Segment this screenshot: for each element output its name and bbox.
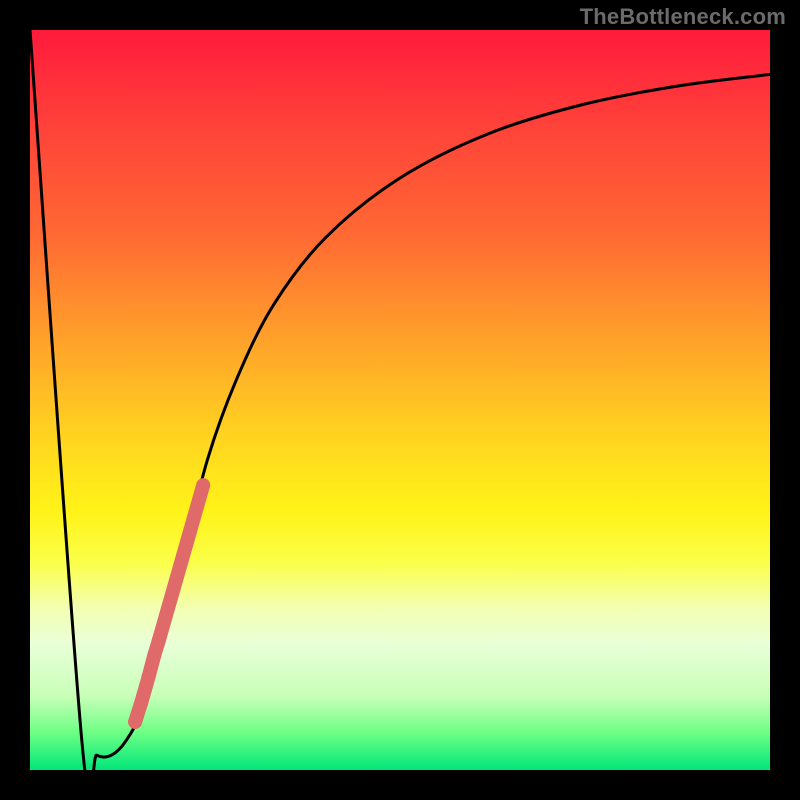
highlighted-dot <box>147 648 161 662</box>
highlighted-dot <box>128 715 142 729</box>
chart-frame: TheBottleneck.com <box>0 0 800 800</box>
highlighted-dot <box>134 696 148 710</box>
highlighted-dot <box>152 634 166 648</box>
highlighted-dot <box>141 671 155 685</box>
bottleneck-curve <box>30 30 770 770</box>
highlighted-segment <box>135 485 203 722</box>
highlighted-points <box>128 485 203 729</box>
curve-layer <box>30 30 770 770</box>
attribution-label: TheBottleneck.com <box>580 4 786 30</box>
plot-area <box>30 30 770 770</box>
